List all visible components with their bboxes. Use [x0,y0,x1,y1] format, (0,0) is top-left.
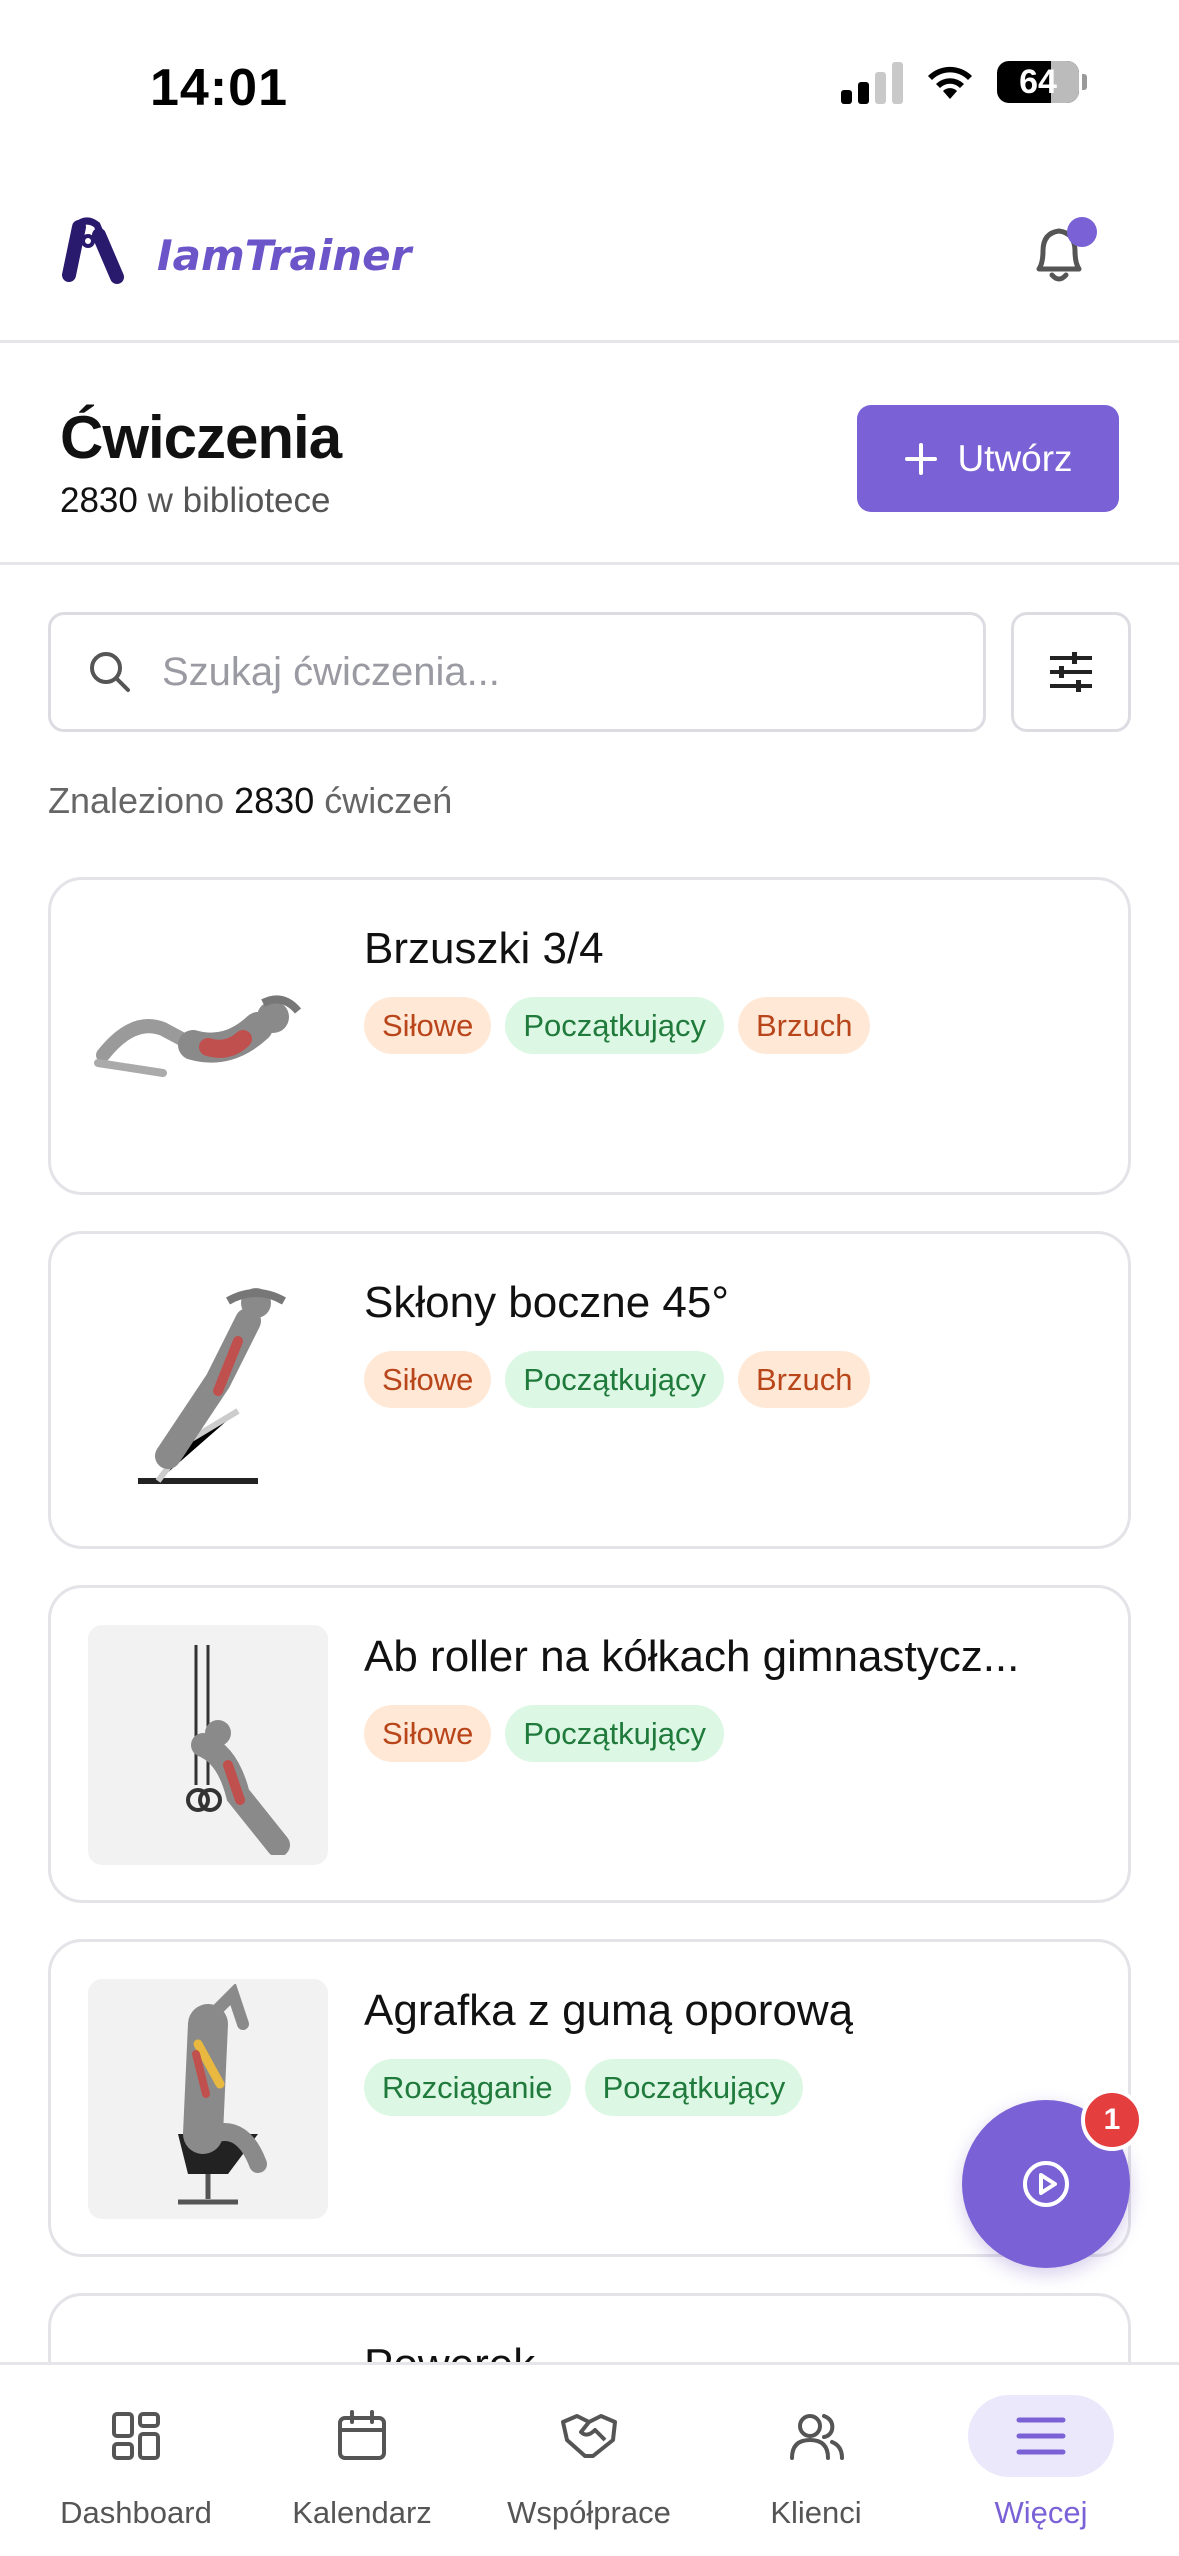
exercise-title: Skłony boczne 45° [364,1278,729,1327]
fab-badge: 1 [1081,2089,1143,2151]
exercise-card[interactable]: Brzuszki 3/4 Siłowe Początkujący Brzuch [48,877,1131,1195]
results-suffix: ćwiczeń [324,780,453,821]
exercise-card[interactable]: Skłony boczne 45° Siłowe Początkujący Br… [48,1231,1131,1549]
battery-icon: 64 [997,61,1087,103]
app-header: IamTrainer [0,175,1179,343]
users-icon [790,2414,844,2460]
menu-icon [1016,2417,1066,2455]
nav-label: Kalendarz [292,2495,432,2530]
nav-item-wiecej[interactable]: Więcej [931,2395,1151,2531]
nav-label: Klienci [770,2495,862,2530]
filter-button[interactable] [1011,612,1131,732]
tag-type: Rozciąganie [364,2059,571,2116]
exercise-thumbnail [88,917,328,1157]
wifi-icon [928,66,972,99]
cellular-signal-icon [841,60,903,104]
play-circle-icon [1023,2161,1069,2207]
library-count: 2830 [60,481,138,520]
create-button[interactable]: Utwórz [857,405,1119,512]
search-input[interactable]: Szukaj ćwiczenia... [48,612,986,732]
tag-level: Początkujący [584,2059,804,2116]
page-title: Ćwiczenia [60,404,342,471]
nav-item-kalendarz[interactable]: Kalendarz [252,2395,472,2531]
tag-type: Siłowe [364,1705,492,1762]
crunch-illustration-icon [94,995,302,1077]
status-bar: 14:01 64 [0,0,1179,175]
results-prefix: Znaleziono [48,780,225,821]
nav-label: Dashboard [60,2495,212,2530]
app-name: IamTrainer [157,230,412,280]
battery-level: 64 [1019,62,1057,101]
nav-label: Współprace [507,2495,671,2530]
nav-item-wspolprace[interactable]: Współprace [479,2395,699,2531]
sliders-icon [1050,652,1092,692]
create-button-label: Utwórz [957,437,1073,479]
tag-muscle: Brzuch [737,1351,871,1408]
ab-roller-illustration-icon [186,1645,290,1855]
handshake-icon [561,2414,617,2458]
plus-icon [905,442,938,475]
library-count-suffix: w bibliotece [147,481,331,520]
page-subtitle: 2830 w bibliotece [60,481,331,521]
band-stretch-illustration-icon [178,1984,267,2205]
tag-type: Siłowe [364,1351,492,1408]
search-icon [90,652,130,692]
tag-list: Siłowe Początkujący Brzuch [364,997,1084,1054]
tag-muscle: Brzuch [737,997,871,1054]
tag-level: Początkujący [505,1351,724,1408]
tag-list: Siłowe Początkujący [364,1705,1084,1762]
results-count: Znaleziono 2830 ćwiczeń [48,780,452,822]
exercise-card[interactable]: Ab roller na kółkach gimnastycz... Siłow… [48,1585,1131,1903]
title-section: Ćwiczenia 2830 w bibliotece Utwórz [0,343,1179,565]
status-icons: 64 [841,60,1087,104]
exercise-thumbnail [88,1271,328,1511]
tag-list: Rozciąganie Początkujący [364,2059,1084,2116]
status-time: 14:01 [150,59,288,117]
notification-dot [1067,217,1097,247]
side-bend-illustration-icon [138,1288,286,1484]
results-number: 2830 [234,780,315,821]
tag-level: Początkujący [505,997,724,1054]
tag-list: Siłowe Początkujący Brzuch [364,1351,1084,1408]
search-placeholder: Szukaj ćwiczenia... [162,649,500,694]
tag-type: Siłowe [364,997,492,1054]
calendar-icon [338,2410,386,2460]
notification-button[interactable] [1019,215,1099,295]
exercise-thumbnail [88,1625,328,1865]
exercise-title: Brzuszki 3/4 [364,924,604,973]
app-logo[interactable]: IamTrainer [55,215,411,295]
nav-item-dashboard[interactable]: Dashboard [26,2395,246,2531]
exercise-title: Agrafka z gumą oporową [364,1986,854,2035]
exercise-thumbnail [88,1979,328,2219]
tag-level: Początkujący [505,1705,724,1762]
nav-item-klienci[interactable]: Klienci [706,2395,926,2531]
exercise-title: Ab roller na kółkach gimnastycz... [364,1632,1020,1681]
nav-label: Więcej [994,2495,1088,2530]
hand-gripper-icon [62,217,124,284]
bottom-nav: Dashboard Kalendarz Współprace Klienci W… [0,2362,1179,2556]
dashboard-icon [112,2412,160,2460]
